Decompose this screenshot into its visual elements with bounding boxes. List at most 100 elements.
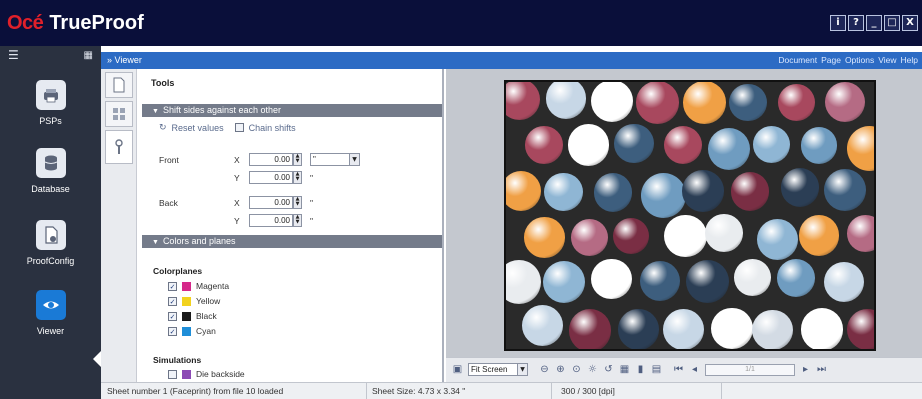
spin-arrows-icon[interactable]: ▲ ▼ [293,153,302,166]
grid-icon[interactable]: ▦ [84,50,93,61]
sidebar: ☰ ▦ PSPs Database ProofConfig Viewer [0,46,101,399]
front-y-input[interactable]: 0.00 ▲ ▼ [249,171,302,184]
menu-view[interactable]: View [878,55,896,65]
front-x-label: X [234,154,240,165]
colorplane-cyan[interactable]: ✓ Cyan [168,326,216,336]
spin-arrows-icon[interactable]: ▲ ▼ [293,214,302,227]
colorplane-yellow[interactable]: ✓ Yellow [168,296,220,306]
marble [593,173,633,213]
collapse-triangle-icon: ▼ [152,239,159,246]
status-resolution: 300 / 300 [dpi] [561,386,615,396]
tab-tools[interactable] [104,130,133,164]
printer-icon [35,80,66,110]
viewer-header: » Viewer Document Page Options View Help [101,52,922,69]
collapse-triangle-icon: ▼ [152,108,159,115]
single-page-icon[interactable]: ▮ [635,364,646,375]
spin-arrows-icon[interactable]: ▲ ▼ [293,196,302,209]
info-button[interactable]: i [830,15,846,31]
marble [525,125,563,164]
marble [824,168,866,211]
magenta-checkbox[interactable]: ✓ [168,281,177,291]
preview-area[interactable] [446,69,922,357]
marble [524,217,566,258]
chevron-down-icon: ▼ [517,363,528,376]
colorplane-black[interactable]: ✓ Black [168,311,217,321]
colorplanes-heading: Colorplanes [153,266,203,276]
chain-shifts-checkbox[interactable] [234,123,244,132]
marble [567,124,610,166]
zoom-out-icon[interactable]: ⊖ [539,364,550,375]
front-x-input[interactable]: 0.00 ▲ ▼ [249,153,302,166]
help-button[interactable]: ? [848,15,864,31]
marble [618,309,659,349]
tools-title: Tools [151,78,175,88]
black-checkbox[interactable]: ✓ [168,311,177,321]
back-x-input[interactable]: 0.00 ▲ ▼ [249,196,302,209]
window-controls: i ? _ □ X [830,15,918,31]
sidebar-item-label: Database [31,184,70,194]
zoom-region-icon[interactable]: ⊙ [571,364,582,375]
hamburger-menu-icon[interactable]: ☰ [8,49,19,61]
sidebar-item-viewer[interactable]: Viewer [0,290,101,336]
front-label: Front [159,154,179,165]
reset-icon: ↻ [159,122,167,132]
menu-options[interactable]: Options [845,55,874,65]
first-page-icon[interactable]: ⏮ [673,364,684,375]
close-button[interactable]: X [902,15,918,31]
tools-panel: Tools ▼ Shift sides against each other ↻ … [137,69,444,382]
simulation-item[interactable]: Die backside [168,369,245,379]
simulation-checkbox[interactable] [168,369,177,379]
yellow-swatch [182,296,191,306]
prev-page-icon[interactable]: ◂ [689,364,700,375]
yellow-checkbox[interactable]: ✓ [168,296,177,306]
back-y-input[interactable]: 0.00 ▲ ▼ [249,214,302,227]
tab-thumbnails[interactable] [104,101,133,127]
maximize-button[interactable]: □ [884,15,900,31]
marble [506,171,542,212]
zoom-mode-select[interactable]: Fit Screen ▼ [468,363,528,376]
preview-image [504,80,876,351]
rotate-icon[interactable]: ↺ [603,364,614,375]
marble [635,82,679,124]
sidebar-item-label: Viewer [36,326,65,336]
menu-document[interactable]: Document [778,55,817,65]
next-page-icon[interactable]: ▸ [800,364,811,375]
menu-page[interactable]: Page [821,55,841,65]
grid-view-icon[interactable]: ▦ [619,364,630,375]
reset-values-button[interactable]: Reset values [172,123,224,133]
simulation-swatch [182,369,191,379]
marble [846,125,874,172]
sidebar-item-psps[interactable]: PSPs [0,80,101,126]
cyan-checkbox[interactable]: ✓ [168,326,177,336]
sidebar-item-label: ProofConfig [26,256,75,266]
preview-toolbar: ▣ Fit Screen ▼ ⊖ ⊕ ⊙ ☼ ↺ ▦ ▮ ▤ ⏮ ◂ 1/1 ▸ … [446,357,922,382]
fit-icon[interactable]: ▣ [452,364,463,375]
last-page-icon[interactable]: ⏭ [816,364,827,375]
colors-section-header[interactable]: ▼ Colors and planes [142,235,442,248]
unit-select[interactable]: " ▼ [310,153,360,166]
page-icon [113,77,124,93]
eye-icon [35,290,66,320]
spin-arrows-icon[interactable]: ▲ ▼ [293,171,302,184]
zoom-in-icon[interactable]: ⊕ [555,364,566,375]
marble [846,214,874,252]
page-number-input[interactable]: 1/1 [705,363,795,376]
tool-tabs [101,69,137,382]
colorplane-magenta[interactable]: ✓ Magenta [168,281,229,291]
database-icon [35,148,66,178]
minimize-button[interactable]: _ [866,15,882,31]
back-x-unit: " [310,197,314,208]
marble [506,82,541,120]
marble [591,82,634,122]
active-indicator [93,351,101,367]
tab-document[interactable] [104,72,133,98]
status-bar: Sheet number 1 (Faceprint) from file 10 … [101,382,922,399]
shift-section-header[interactable]: ▼ Shift sides against each other [142,104,442,117]
pan-icon[interactable]: ☼ [587,364,598,375]
cyan-swatch [182,326,191,336]
marble [800,127,838,164]
layers-icon[interactable]: ▤ [651,364,662,375]
sidebar-item-database[interactable]: Database [0,148,101,194]
menu-help[interactable]: Help [901,55,918,65]
sidebar-item-proofconfig[interactable]: ProofConfig [0,220,101,266]
